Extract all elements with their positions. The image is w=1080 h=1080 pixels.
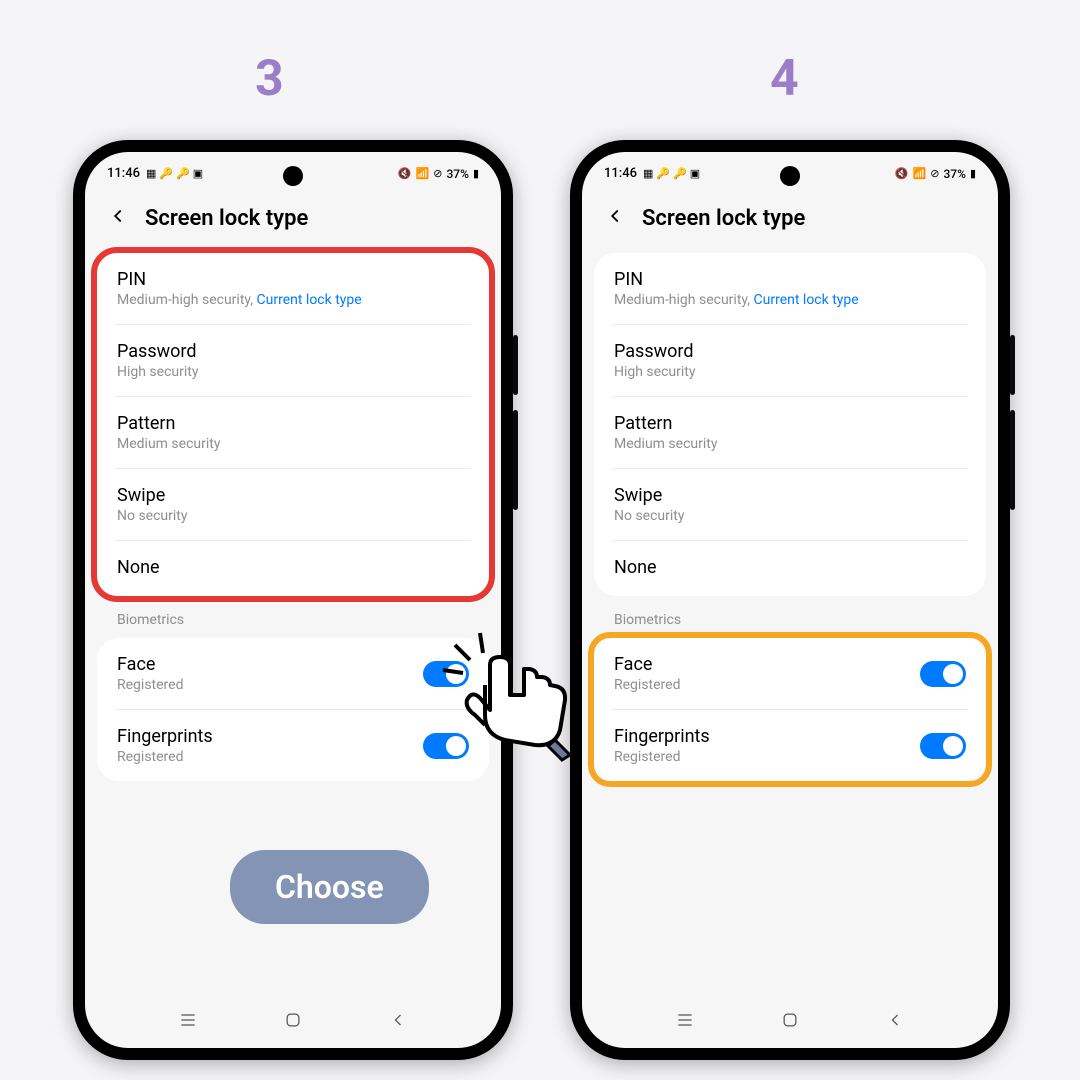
key-icon-2: 🔑 (176, 167, 190, 180)
page-title: Screen lock type (642, 206, 805, 231)
recents-icon[interactable] (675, 1010, 695, 1034)
fingerprints-toggle[interactable] (920, 733, 966, 759)
lock-types-card: PIN Medium-high security, Current lock t… (594, 253, 986, 596)
item-subtitle: High security (117, 364, 469, 380)
calendar-icon: ▦ (146, 167, 156, 180)
lock-type-pin[interactable]: PIN Medium-high security, Current lock t… (115, 253, 471, 325)
item-title: Password (117, 341, 469, 362)
item-subtitle: Medium-high security, Current lock type (117, 292, 469, 308)
nav-bar (582, 1010, 998, 1034)
mute-icon: 🔇 (398, 167, 412, 180)
key-icon: 🔑 (656, 167, 670, 180)
lock-type-pin[interactable]: PIN Medium-high security, Current lock t… (612, 253, 968, 325)
choose-annotation: Choose (230, 850, 429, 924)
lock-types-card: PIN Medium-high security, Current lock t… (97, 253, 489, 596)
step-number-3: 3 (255, 50, 284, 108)
wifi-icon: 📶 (913, 167, 927, 180)
item-subtitle: Medium security (614, 436, 966, 452)
item-title: None (614, 557, 966, 578)
item-title: Fingerprints (614, 726, 920, 747)
battery-icon: ▮ (970, 167, 976, 180)
power-button (513, 410, 518, 510)
home-icon[interactable] (780, 1010, 800, 1034)
back-icon[interactable] (107, 205, 129, 231)
item-title: Swipe (614, 485, 966, 506)
status-time: 11:46 (107, 166, 140, 181)
face-toggle[interactable] (920, 661, 966, 687)
key-icon: 🔑 (159, 167, 173, 180)
home-icon[interactable] (283, 1010, 303, 1034)
biometrics-card: Face Registered Fingerprints Registered (594, 638, 986, 781)
image-icon: ▣ (690, 167, 700, 180)
wifi-icon: 📶 (416, 167, 430, 180)
back-nav-icon[interactable] (885, 1010, 905, 1034)
battery-percent: 37% (446, 167, 468, 181)
biometric-fingerprints[interactable]: Fingerprints Registered (612, 710, 968, 781)
item-title: Pattern (614, 413, 966, 434)
item-title: PIN (117, 269, 469, 290)
page-title: Screen lock type (145, 206, 308, 231)
biometrics-card: Face Registered Fingerprints Registered (97, 638, 489, 781)
lock-type-none[interactable]: None (612, 541, 968, 596)
item-subtitle: No security (614, 508, 966, 524)
item-title: Pattern (117, 413, 469, 434)
item-title: Fingerprints (117, 726, 423, 747)
biometric-face[interactable]: Face Registered (115, 638, 471, 710)
battery-percent: 37% (943, 167, 965, 181)
lock-type-swipe[interactable]: Swipe No security (612, 469, 968, 541)
item-subtitle: High security (614, 364, 966, 380)
item-subtitle: Registered (614, 677, 920, 693)
item-title: Face (614, 654, 920, 675)
lock-type-password[interactable]: Password High security (612, 325, 968, 397)
no-signal-icon: ⊘ (433, 167, 442, 180)
key-icon-2: 🔑 (673, 167, 687, 180)
page-header: Screen lock type (85, 187, 501, 253)
item-title: None (117, 557, 469, 578)
item-subtitle: Registered (117, 749, 423, 765)
pointer-hand-icon (435, 625, 575, 779)
nav-bar (85, 1010, 501, 1034)
image-icon: ▣ (193, 167, 203, 180)
battery-icon: ▮ (473, 167, 479, 180)
power-button (1010, 410, 1015, 510)
lock-type-password[interactable]: Password High security (115, 325, 471, 397)
item-subtitle: Medium-high security, Current lock type (614, 292, 966, 308)
no-signal-icon: ⊘ (930, 167, 939, 180)
lock-type-swipe[interactable]: Swipe No security (115, 469, 471, 541)
calendar-icon: ▦ (643, 167, 653, 180)
step-number-4: 4 (770, 50, 799, 108)
recents-icon[interactable] (178, 1010, 198, 1034)
mute-icon: 🔇 (895, 167, 909, 180)
item-title: Face (117, 654, 423, 675)
biometric-face[interactable]: Face Registered (612, 638, 968, 710)
front-camera (283, 166, 303, 186)
item-subtitle: Registered (117, 677, 423, 693)
item-subtitle: Medium security (117, 436, 469, 452)
item-title: Password (614, 341, 966, 362)
lock-type-none[interactable]: None (115, 541, 471, 596)
page-header: Screen lock type (582, 187, 998, 253)
item-title: PIN (614, 269, 966, 290)
phone-mockup-right: 11:46 ▦ 🔑 🔑 ▣ 🔇 📶 ⊘ 37% ▮ Screen lock (570, 140, 1010, 1060)
item-subtitle: Registered (614, 749, 920, 765)
lock-type-pattern[interactable]: Pattern Medium security (115, 397, 471, 469)
status-time: 11:46 (604, 166, 637, 181)
item-subtitle: No security (117, 508, 469, 524)
biometric-fingerprints[interactable]: Fingerprints Registered (115, 710, 471, 781)
volume-button (1010, 335, 1015, 395)
biometrics-label: Biometrics (97, 612, 489, 638)
lock-type-pattern[interactable]: Pattern Medium security (612, 397, 968, 469)
back-nav-icon[interactable] (388, 1010, 408, 1034)
front-camera (780, 166, 800, 186)
back-icon[interactable] (604, 205, 626, 231)
item-title: Swipe (117, 485, 469, 506)
biometrics-label: Biometrics (594, 612, 986, 638)
phone-screen: 11:46 ▦ 🔑 🔑 ▣ 🔇 📶 ⊘ 37% ▮ Screen lock (582, 152, 998, 1048)
volume-button (513, 335, 518, 395)
